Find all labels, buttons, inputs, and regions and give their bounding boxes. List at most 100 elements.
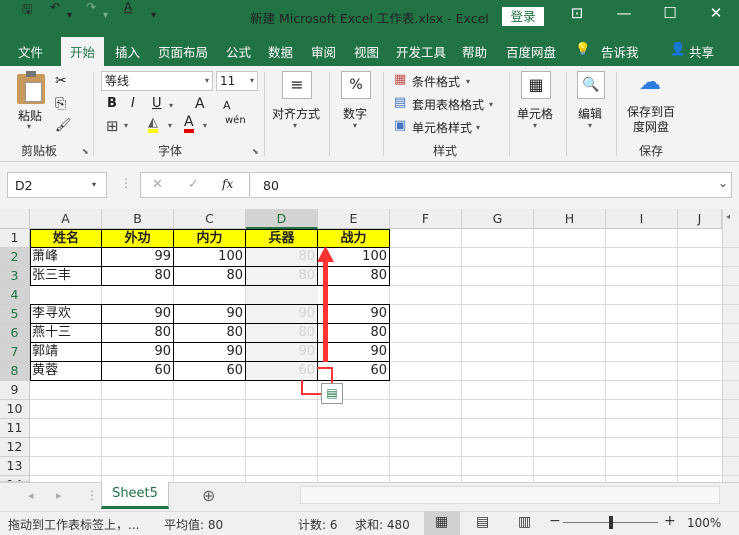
alignment-icon[interactable]: ≡ xyxy=(282,71,312,99)
value-cell[interactable]: 90 xyxy=(246,343,317,361)
cells-button[interactable]: 单元格 xyxy=(517,105,553,122)
underline-button[interactable]: U xyxy=(152,96,162,111)
cells-icon[interactable]: ▦ xyxy=(521,71,551,99)
share-button[interactable]: 共享 xyxy=(689,42,714,61)
name-cell[interactable]: 燕十三 xyxy=(30,324,101,342)
font-launcher-icon[interactable]: ⬊ xyxy=(252,147,259,156)
conditional-format-button[interactable]: 条件格式 xyxy=(412,73,460,90)
shrink-font-button[interactable]: A xyxy=(223,99,231,112)
login-button[interactable]: 登录 xyxy=(502,7,544,26)
value-cell[interactable]: 80 xyxy=(318,324,389,342)
value-cell[interactable]: 80 xyxy=(246,248,317,266)
column-header[interactable]: B xyxy=(102,209,174,229)
paste-dropdown-icon[interactable]: ▾ xyxy=(27,122,31,131)
select-all-button[interactable] xyxy=(0,209,30,229)
tab-review[interactable]: 审阅 xyxy=(311,42,336,61)
customize-icon[interactable]: ▾ xyxy=(151,10,156,21)
value-cell[interactable]: 90 xyxy=(174,305,245,323)
row-header[interactable]: 8 xyxy=(0,362,30,381)
enter-icon[interactable]: ✓ xyxy=(188,177,199,192)
editing-button[interactable]: 编辑 xyxy=(578,105,602,122)
value-cell[interactable]: 80 xyxy=(318,267,389,285)
table-header-cell[interactable]: 内力 xyxy=(173,229,246,248)
column-header[interactable]: G xyxy=(462,209,534,229)
undo-dropdown-icon[interactable]: ▾ xyxy=(67,10,72,21)
name-cell[interactable]: 李寻欢 xyxy=(30,305,101,323)
cell-style-dropdown-icon[interactable]: ▾ xyxy=(476,123,480,132)
column-header[interactable]: A xyxy=(30,209,102,229)
tab-data[interactable]: 数据 xyxy=(268,42,293,61)
value-cell[interactable]: 100 xyxy=(174,248,245,266)
column-header[interactable]: J xyxy=(678,209,722,229)
ribbon-display-icon[interactable]: ⊡ xyxy=(565,4,589,22)
row-header[interactable]: 3 xyxy=(0,267,30,286)
number-dropdown-icon[interactable]: ▾ xyxy=(353,121,357,130)
row-header[interactable]: 5 xyxy=(0,305,30,324)
fill-color-icon[interactable]: ◭ xyxy=(148,116,158,133)
copy-icon[interactable]: ⎘ xyxy=(55,96,66,112)
column-header[interactable]: H xyxy=(534,209,606,229)
value-cell[interactable]: 90 xyxy=(102,305,173,323)
cell-styles-button[interactable]: 单元格样式 xyxy=(412,119,472,136)
zoom-out-button[interactable]: − xyxy=(549,513,561,529)
font-color-button[interactable]: A xyxy=(184,115,194,133)
row-header[interactable]: 2 xyxy=(0,248,30,267)
zoom-in-button[interactable]: + xyxy=(664,513,676,529)
share-person-icon[interactable]: 👤 xyxy=(670,41,686,57)
zoom-level[interactable]: 100% xyxy=(687,516,721,530)
tab-page-layout[interactable]: 页面布局 xyxy=(158,42,208,61)
quick-analysis-icon[interactable]: ▤ xyxy=(321,383,343,404)
formula-input[interactable]: 80 xyxy=(251,172,732,198)
font-name-dropdown[interactable]: 等线 ▾ xyxy=(101,71,213,91)
row-header[interactable]: 9 xyxy=(0,381,30,400)
value-cell[interactable]: 60 xyxy=(318,362,389,380)
format-painter-icon[interactable]: 🖌 xyxy=(55,118,72,133)
value-cell[interactable]: 90 xyxy=(318,305,389,323)
tab-insert[interactable]: 插入 xyxy=(115,42,140,61)
page-break-view-icon[interactable]: ▥ xyxy=(518,514,531,530)
value-cell[interactable]: 60 xyxy=(102,362,173,380)
value-cell[interactable]: 100 xyxy=(318,248,389,266)
value-cell[interactable]: 80 xyxy=(246,324,317,342)
column-header[interactable]: C xyxy=(174,209,246,229)
tab-view[interactable]: 视图 xyxy=(354,42,379,61)
cancel-icon[interactable]: ✕ xyxy=(152,177,163,192)
column-header[interactable]: F xyxy=(390,209,462,229)
column-header-selected[interactable]: D xyxy=(246,209,318,229)
value-cell[interactable] xyxy=(246,286,317,304)
row-header[interactable]: 12 xyxy=(0,438,30,457)
alignment-button[interactable]: 对齐方式 xyxy=(272,105,320,122)
bold-button[interactable]: B xyxy=(107,96,117,111)
undo-icon[interactable]: ↶ xyxy=(50,0,60,14)
value-cell[interactable]: 80 xyxy=(246,267,317,285)
maximize-icon[interactable]: ☐ xyxy=(658,4,682,22)
italic-button[interactable]: I xyxy=(131,96,135,111)
name-cell[interactable]: 萧峰 xyxy=(30,248,101,266)
value-cell[interactable]: 80 xyxy=(174,267,245,285)
tab-file[interactable]: 文件 xyxy=(18,42,43,61)
value-cell[interactable] xyxy=(102,286,173,304)
value-cell[interactable]: 90 xyxy=(102,343,173,361)
tell-me-search[interactable]: 告诉我 xyxy=(601,42,639,61)
value-cell[interactable]: 80 xyxy=(174,324,245,342)
value-cell[interactable]: 90 xyxy=(174,343,245,361)
table-header-cell[interactable]: 外功 xyxy=(101,229,174,248)
expand-formula-icon[interactable]: ⌄ xyxy=(718,176,728,190)
page-layout-view-icon[interactable]: ▤ xyxy=(476,514,489,530)
namebox-dropdown-icon[interactable]: ▾ xyxy=(92,180,96,189)
border-dropdown-icon[interactable]: ▾ xyxy=(124,121,128,130)
table-format-dropdown-icon[interactable]: ▾ xyxy=(489,100,493,109)
fill-dropdown-icon[interactable]: ▾ xyxy=(168,121,172,130)
row-header[interactable]: 1 xyxy=(0,229,30,248)
sheet-tab-sheet5[interactable]: Sheet5 xyxy=(101,482,169,509)
close-icon[interactable]: ✕ xyxy=(704,4,728,22)
percent-icon[interactable]: % xyxy=(341,71,371,99)
value-cell[interactable]: 99 xyxy=(102,248,173,266)
phonetic-guide-button[interactable]: wén xyxy=(225,115,246,126)
row-header[interactable]: 6 xyxy=(0,324,30,343)
tab-developer[interactable]: 开发工具 xyxy=(396,42,446,61)
number-format-button[interactable]: 数字 xyxy=(343,105,367,122)
tab-help[interactable]: 帮助 xyxy=(462,42,487,61)
tab-home[interactable]: 开始 xyxy=(70,42,95,61)
name-cell[interactable]: 黄蓉 xyxy=(30,362,101,380)
